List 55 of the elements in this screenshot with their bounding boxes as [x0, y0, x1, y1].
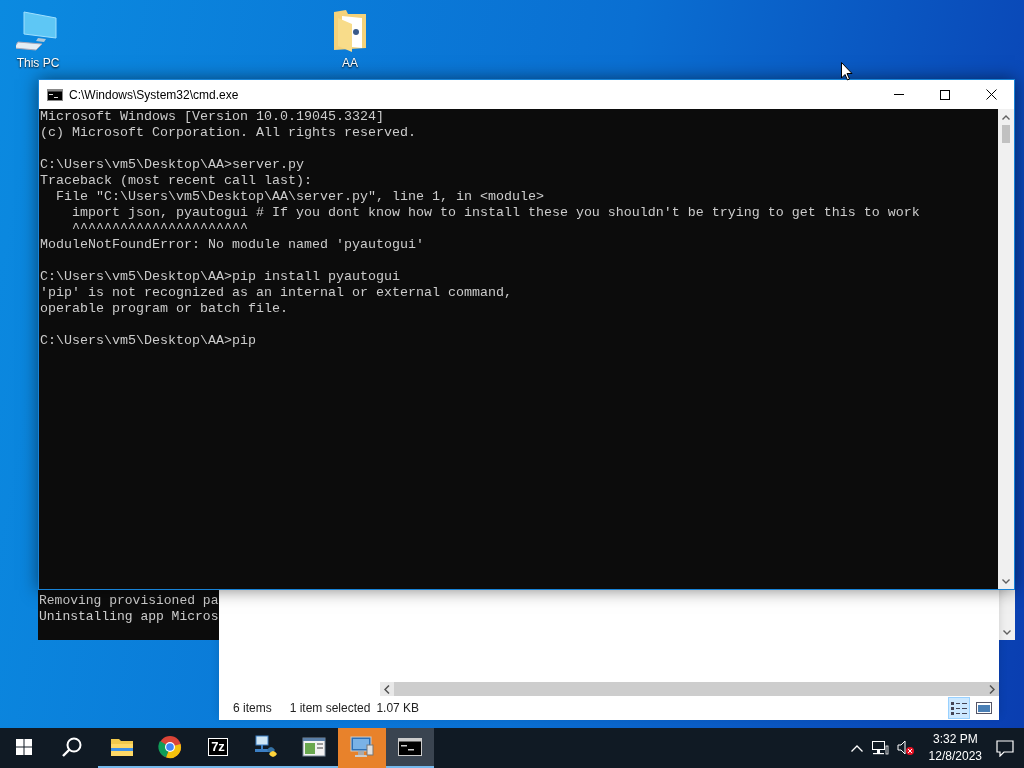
scroll-left-icon	[384, 684, 390, 694]
volume-muted-icon[interactable]	[896, 740, 915, 756]
clock-date[interactable]: 12/8/2023	[928, 748, 982, 765]
console-line: 'pip' is not recognized as an internal or external command,	[40, 285, 512, 301]
window-app-icon	[302, 737, 326, 757]
notification-icon[interactable]	[996, 739, 1014, 757]
maximize-icon	[940, 89, 950, 100]
console-line: operable program or batch file.	[40, 301, 288, 317]
desktop-icon-label[interactable]: AA	[342, 56, 358, 70]
windows-logo-icon	[16, 739, 32, 755]
minimize-icon	[894, 94, 904, 95]
console-line: C:\Users\vm5\Desktop\AA>pip install pyautogui	[40, 269, 400, 285]
window-title: C:\Windows\System32\cmd.exe	[69, 87, 240, 102]
scroll-right-icon	[989, 684, 995, 694]
network-app-icon	[253, 734, 279, 760]
scroll-down-icon	[1002, 578, 1010, 584]
console-line: (c) Microsoft Corporation. All rights reserved.	[40, 125, 416, 141]
console-line: ModuleNotFoundError: No module named 'pyautogui'	[40, 237, 424, 253]
details-view-icon	[951, 701, 967, 715]
scroll-up-icon	[1002, 114, 1010, 120]
horizontal-scrollbar[interactable]	[380, 682, 999, 696]
console-line: Microsoft Windows [Version 10.0.19045.3324]	[40, 109, 384, 125]
console-line: Removing provisioned pa	[39, 593, 219, 609]
chevron-up-icon[interactable]	[850, 744, 863, 752]
clock-time[interactable]: 3:32 PM	[932, 731, 978, 748]
search-icon	[62, 737, 82, 757]
view-button[interactable]	[948, 697, 970, 719]
selection-size: 1.07 KB	[376, 701, 420, 715]
console-line: C:\Users\vm5\Desktop\AA>pip	[40, 333, 256, 349]
taskbar-app-button[interactable]	[386, 728, 434, 768]
desktop-icon-label[interactable]: This PC	[16, 56, 60, 70]
folder-icon	[332, 8, 368, 52]
close-icon	[985, 89, 997, 100]
terminal-icon	[398, 738, 422, 756]
scrollbar[interactable]	[998, 109, 1014, 589]
terminal-icon	[47, 88, 63, 101]
selection-info: 1 item selected	[289, 701, 371, 715]
folder-icon	[110, 737, 134, 757]
archive-app-icon: 7z	[208, 738, 228, 756]
scrollbar-thumb[interactable]	[1002, 125, 1010, 143]
scroll-down-icon	[1003, 629, 1011, 635]
console-line: Traceback (most recent call last):	[40, 173, 312, 189]
thumbnail-view-icon	[976, 702, 992, 714]
scrollbar[interactable]	[999, 590, 1015, 640]
console-line: File "C:\Users\vm5\Desktop\AA\server.py", line 1, in <module>	[55, 189, 544, 205]
console-line: import json, pyautogui # If you dont know how to install these you shouldn't be trying to get this to work	[71, 205, 920, 221]
browser-icon	[158, 735, 182, 759]
console-line: ^^^^^^^^^^^^^^^^^^^^^^	[71, 221, 248, 237]
computer-icon	[16, 8, 60, 52]
item-count: 6 items	[233, 701, 272, 715]
console-line: C:\Users\vm5\Desktop\AA>server.py	[40, 157, 304, 173]
monitor-app-icon	[349, 735, 375, 759]
taskbar-app-button[interactable]: 7z	[194, 728, 242, 768]
network-icon[interactable]	[870, 740, 889, 756]
console-line: Uninstalling app Micros	[39, 609, 219, 625]
